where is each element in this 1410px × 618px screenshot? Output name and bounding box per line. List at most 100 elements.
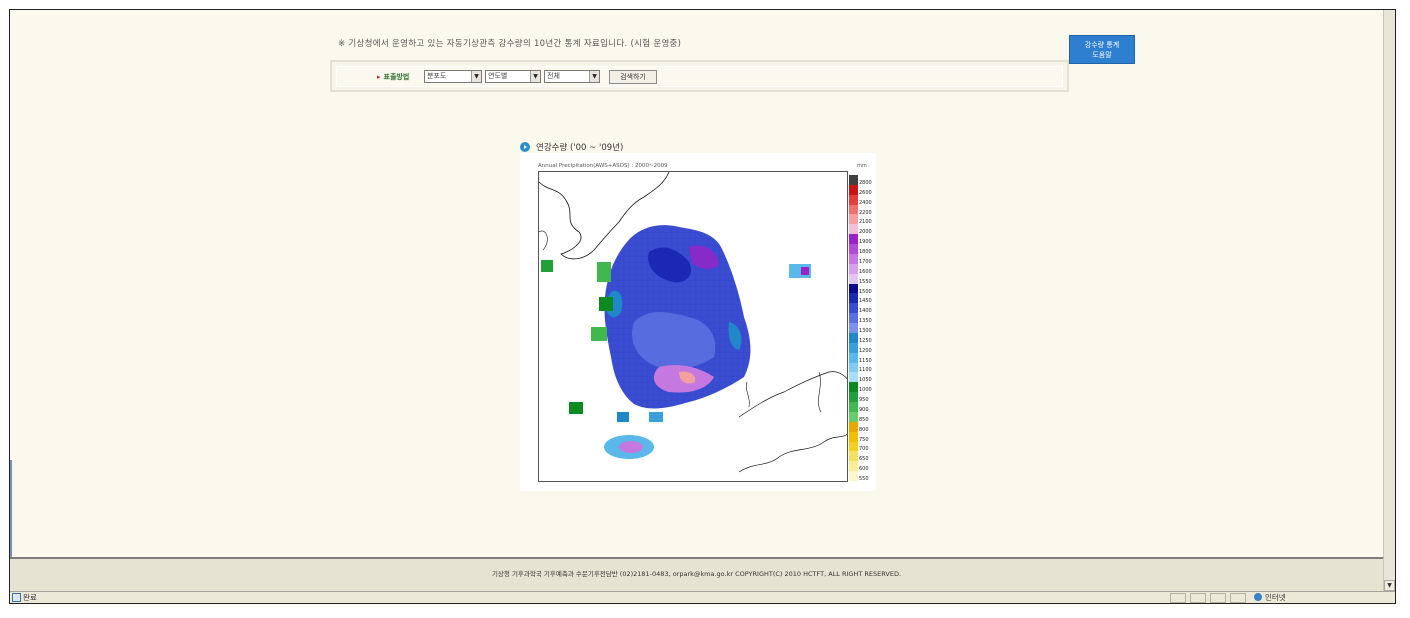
colorbar-swatch xyxy=(849,313,858,324)
colorbar-label: 1150 xyxy=(859,357,872,364)
colorbar-swatch xyxy=(849,362,858,373)
colorbar-label: 1700 xyxy=(859,258,872,265)
status-panel xyxy=(1210,593,1226,603)
security-zone: 인터넷 xyxy=(1254,592,1286,603)
colorbar-swatch xyxy=(849,303,858,314)
status-text: 완료 xyxy=(12,592,37,603)
colorbar-label: 650 xyxy=(859,456,869,463)
colorbar-swatch xyxy=(849,431,858,442)
colorbar-swatch xyxy=(849,372,858,383)
colorbar-label: 2100 xyxy=(859,219,872,226)
search-panel: ▸ 표출방법 분포도 ▼ 연도별 ▼ 전체 ▼ 검색하기 xyxy=(330,60,1069,92)
period-select[interactable]: 연도별 ▼ xyxy=(485,70,541,83)
colorbar-label: 2800 xyxy=(859,179,872,186)
status-panel xyxy=(1190,593,1206,603)
colorbar-swatch xyxy=(849,214,858,225)
colorbar-swatch xyxy=(849,323,858,334)
colorbar-swatch xyxy=(849,382,858,393)
colorbar-label: 1500 xyxy=(859,288,872,295)
colorbar-swatch xyxy=(849,332,858,344)
display-method-text: 표출방법 xyxy=(383,73,410,81)
notice-text: ※ 기상청에서 운영하고 있는 자동기상관측 강수량의 10년간 통계 자료입니… xyxy=(338,39,682,49)
colorbar-swatch xyxy=(849,244,858,255)
search-panel-inner: ▸ 표출방법 분포도 ▼ 연도별 ▼ 전체 ▼ 검색하기 xyxy=(336,66,1063,87)
vertical-scrollbar[interactable]: ▼ xyxy=(1383,10,1395,591)
colorbar xyxy=(849,175,858,482)
display-type-value: 분포도 xyxy=(427,72,447,80)
precipitation-stats-help-button[interactable]: 강수량 통계 도움말 xyxy=(1069,35,1135,64)
page-done-icon xyxy=(12,592,21,602)
colorbar-label: 600 xyxy=(859,466,869,473)
colorbar-label: 1350 xyxy=(859,318,872,325)
region-select[interactable]: 전체 ▼ xyxy=(544,70,600,83)
colorbar-swatch xyxy=(849,234,858,245)
colorbar-swatch xyxy=(849,253,858,265)
colorbar-swatch xyxy=(849,293,858,304)
map-title: 연강수량 ('00 ~ '09년) xyxy=(520,141,623,153)
colorbar-swatch xyxy=(849,392,858,403)
colorbar-label: 1900 xyxy=(859,239,872,246)
period-value: 연도별 xyxy=(488,72,508,80)
chevron-down-icon[interactable]: ▼ xyxy=(471,71,481,82)
search-button[interactable]: 검색하기 xyxy=(609,70,657,84)
colorbar-label: 1550 xyxy=(859,278,872,285)
colorbar-label: 2200 xyxy=(859,209,872,216)
colorbar-swatch xyxy=(849,283,858,294)
colorbar-labels: 2800 2600 2400 2200 2100 2000 1900 1800 1700 1600… xyxy=(859,175,876,483)
korea-precipitation-map xyxy=(539,172,847,473)
globe-icon xyxy=(1254,593,1262,601)
colorbar-swatch xyxy=(849,342,858,354)
colorbar-label: 1800 xyxy=(859,249,872,256)
colorbar-label: 950 xyxy=(859,397,869,404)
region-value: 전체 xyxy=(547,72,560,80)
map-unit: mm xyxy=(857,163,867,169)
colorbar-label: 850 xyxy=(859,416,869,423)
colorbar-label: 1300 xyxy=(859,328,872,334)
display-type-select[interactable]: 분포도 ▼ xyxy=(424,70,482,83)
colorbar-label: 800 xyxy=(859,426,869,433)
colorbar-label: 700 xyxy=(859,446,869,453)
colorbar-label: 1250 xyxy=(859,337,872,344)
help-button-line2: 도움말 xyxy=(1092,51,1112,59)
help-button-line1: 강수량 통계 xyxy=(1084,41,1120,49)
browser-status-bar: 완료 인터넷 xyxy=(10,591,1395,603)
colorbar-swatch xyxy=(849,194,858,206)
colorbar-label: 1050 xyxy=(859,377,872,384)
colorbar-label: 1200 xyxy=(859,347,872,354)
play-bullet-icon xyxy=(520,141,530,152)
scroll-down-arrow-icon[interactable]: ▼ xyxy=(1384,580,1395,591)
colorbar-swatch xyxy=(849,411,858,423)
colorbar-label: 1450 xyxy=(859,298,872,305)
footer-copyright: 기상청 기후과학국 기후예측과 수문기후전담반 (02)2181-0483, o… xyxy=(10,559,1383,591)
colorbar-swatch xyxy=(849,263,858,275)
display-method-label: ▸ 표출방법 xyxy=(377,72,409,82)
colorbar-swatch xyxy=(849,461,858,472)
map-title-text: 연강수량 ('00 ~ '09년) xyxy=(536,143,624,153)
colorbar-label: 2600 xyxy=(859,189,872,196)
status-label: 완료 xyxy=(23,593,37,602)
colorbar-label: 2000 xyxy=(859,229,872,236)
colorbar-swatch xyxy=(849,175,858,186)
left-edge-line xyxy=(10,460,12,560)
colorbar-swatch xyxy=(849,451,858,462)
colorbar-swatch xyxy=(849,204,858,215)
colorbar-label: 550 xyxy=(859,476,869,483)
map-caption: Annual Precipitation(AWS+ASOS) : 2000~20… xyxy=(538,163,668,169)
page-content: ※ 기상청에서 운영하고 있는 자동기상관측 강수량의 10년간 통계 자료입니… xyxy=(10,10,1383,560)
status-panel xyxy=(1230,593,1246,603)
colorbar-label: 1000 xyxy=(859,387,872,394)
colorbar-swatch xyxy=(849,471,858,482)
colorbar-label: 900 xyxy=(859,406,869,413)
status-panel xyxy=(1170,593,1186,603)
browser-window: ※ 기상청에서 운영하고 있는 자동기상관측 강수량의 10년간 통계 자료입니… xyxy=(9,9,1396,604)
colorbar-swatch xyxy=(849,441,858,452)
precipitation-map-image: Annual Precipitation(AWS+ASOS) : 2000~20… xyxy=(520,153,876,491)
chevron-down-icon[interactable]: ▼ xyxy=(589,71,599,82)
colorbar-swatch xyxy=(849,224,858,235)
zone-label: 인터넷 xyxy=(1265,593,1286,602)
colorbar-swatch xyxy=(849,273,858,285)
colorbar-label: 2400 xyxy=(859,199,872,206)
chevron-down-icon[interactable]: ▼ xyxy=(530,71,540,82)
map-frame xyxy=(538,171,848,482)
colorbar-label: 1100 xyxy=(859,367,872,374)
